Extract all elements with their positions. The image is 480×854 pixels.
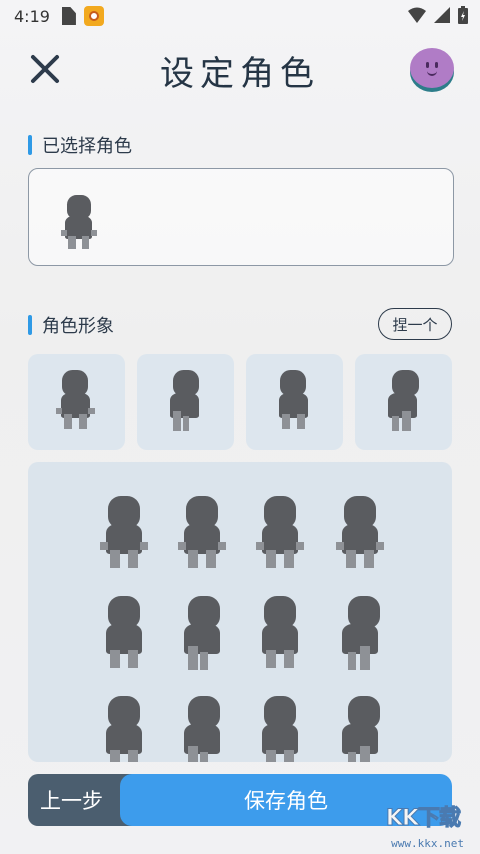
- appearance-label: 角色形象: [42, 316, 114, 337]
- figure-leg: [348, 652, 356, 670]
- figure-hand: [336, 542, 344, 550]
- figure-leg: [284, 750, 294, 762]
- status-bar: 4:19: [0, 0, 480, 32]
- figure-leg: [364, 550, 374, 568]
- thumbnail-back[interactable]: [246, 354, 343, 450]
- sprite-figure-right: [334, 696, 386, 762]
- watermark: KK下载 www.kkx.net: [348, 800, 468, 851]
- figure-leg: [110, 550, 120, 568]
- figure-leg: [284, 650, 294, 668]
- figure-leg: [346, 550, 356, 568]
- page-title: 设定角色: [160, 54, 320, 94]
- pinch-character-button[interactable]: 捏一个: [378, 308, 452, 340]
- wifi-icon: [408, 7, 426, 23]
- figure-hand: [218, 542, 226, 550]
- figure-leg: [266, 650, 276, 668]
- figure-leg: [110, 750, 120, 762]
- thumbnail-right[interactable]: [355, 354, 452, 450]
- battery-icon: [458, 6, 468, 24]
- figure-front: [54, 370, 97, 434]
- figure-leg: [348, 752, 356, 762]
- figure-hand: [140, 542, 148, 550]
- figure-left: [163, 370, 206, 434]
- figure-leg: [200, 752, 208, 762]
- sprite-figure-front: [98, 496, 150, 574]
- figure-back: [272, 370, 315, 434]
- thumbnail-front[interactable]: [28, 354, 125, 450]
- appearance-heading: 角色形象: [28, 312, 114, 338]
- thumbnail-left[interactable]: [137, 354, 234, 450]
- figure-leg: [360, 746, 370, 762]
- figure-leg: [182, 415, 190, 431]
- figure-leg: [78, 414, 87, 430]
- sprite-figure-left: [176, 696, 228, 762]
- figure-hand: [60, 229, 67, 236]
- sprite-figure-front: [254, 496, 306, 574]
- figure-leg: [206, 550, 216, 568]
- avatar[interactable]: [410, 48, 454, 88]
- watermark-logo: KK下载: [385, 806, 461, 832]
- figure-leg: [281, 414, 291, 430]
- status-time: 4:19: [14, 6, 50, 26]
- notification-app-icon: [83, 6, 104, 26]
- figure-hand: [256, 542, 264, 550]
- figure-leg: [200, 652, 208, 670]
- section-accent-bar: [28, 135, 32, 155]
- figure-leg: [296, 414, 305, 430]
- sim-card-icon: [61, 7, 76, 25]
- sprite-figure-left: [176, 596, 228, 674]
- signal-icon: [434, 7, 450, 23]
- figure-leg: [402, 411, 411, 431]
- watermark-url: www.kkx.net: [391, 837, 464, 850]
- sprite-figure-front: [176, 496, 228, 574]
- selected-character-figure: [59, 195, 98, 254]
- figure-hand: [88, 407, 95, 415]
- avatar-eye-icon: [426, 62, 429, 68]
- figure-leg: [110, 650, 120, 668]
- sprite-sheet-panel: [28, 462, 452, 762]
- figure-leg: [81, 235, 89, 249]
- figure-leg: [360, 646, 370, 670]
- figure-hand: [55, 407, 63, 415]
- figure-hand: [376, 542, 384, 550]
- figure-leg: [128, 650, 138, 668]
- figure-leg: [128, 550, 138, 568]
- figure-leg: [188, 746, 198, 762]
- figure-leg: [188, 646, 198, 670]
- figure-right: [381, 370, 424, 434]
- selected-character-label: 已选择角色: [42, 136, 132, 157]
- figure-leg: [172, 411, 182, 431]
- figure-hand: [100, 542, 108, 550]
- page-header: 设定角色: [0, 38, 480, 98]
- figure-hand: [178, 542, 186, 550]
- figure-leg: [266, 750, 276, 762]
- figure-leg: [266, 550, 276, 568]
- figure-leg: [128, 750, 138, 762]
- avatar-smile-icon: [427, 69, 437, 76]
- figure-leg: [284, 550, 294, 568]
- selected-character-box: [28, 168, 454, 266]
- sprite-figure-right: [334, 596, 386, 674]
- section-accent-bar: [28, 315, 32, 335]
- figure-leg: [68, 235, 76, 249]
- sprite-figure-front: [334, 496, 386, 574]
- avatar-eye-icon: [435, 62, 438, 68]
- sprite-figure-back: [98, 596, 150, 674]
- figure-leg: [188, 550, 198, 568]
- figure-hand: [296, 542, 304, 550]
- sprite-figure-back: [254, 596, 306, 674]
- sprite-figure-back: [98, 696, 150, 762]
- selected-character-heading: 已选择角色: [28, 132, 132, 158]
- figure-leg: [63, 414, 73, 430]
- figure-leg: [392, 415, 400, 431]
- sprite-figure-back: [254, 696, 306, 762]
- figure-hand: [90, 229, 97, 236]
